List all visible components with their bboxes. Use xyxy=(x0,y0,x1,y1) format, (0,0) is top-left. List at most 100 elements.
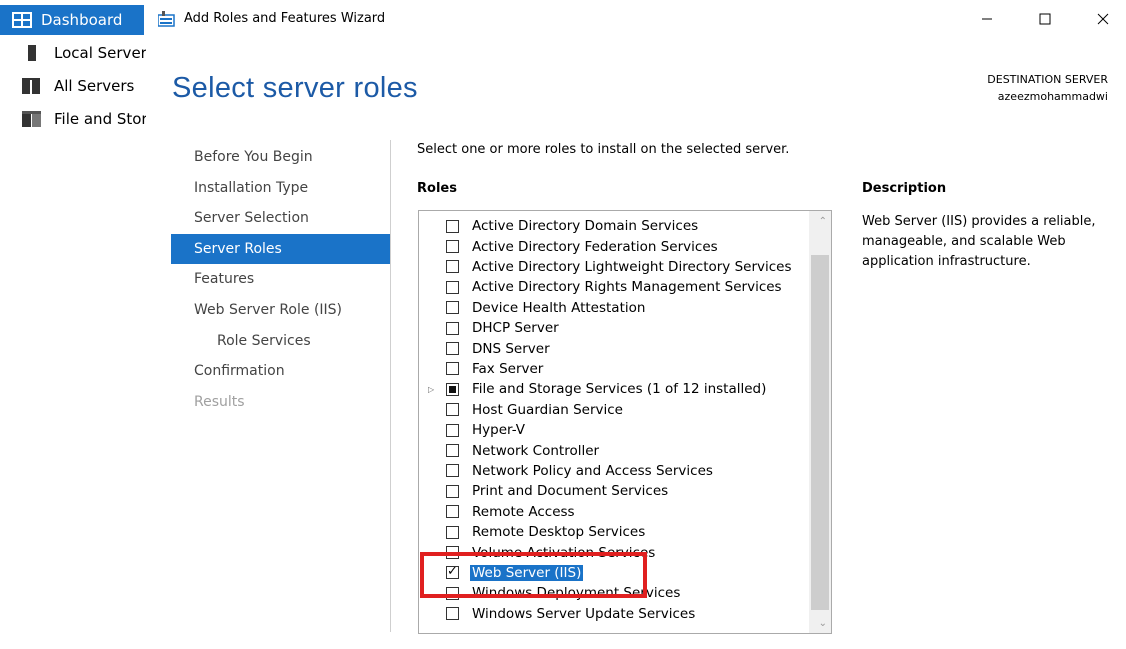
role-checkbox[interactable] xyxy=(446,586,459,600)
role-checkbox[interactable] xyxy=(446,403,459,417)
local-server-icon xyxy=(22,45,42,61)
role-checkbox[interactable] xyxy=(446,546,459,560)
expand-icon[interactable]: ▷ xyxy=(428,385,434,394)
role-checkbox[interactable] xyxy=(446,525,459,539)
role-row[interactable]: Print and Document Services xyxy=(419,481,807,501)
role-checkbox[interactable] xyxy=(446,342,459,356)
sidebar-item-file-storage[interactable]: File and Storage Services xyxy=(0,104,146,134)
maximize-icon xyxy=(1039,13,1051,25)
roles-heading: Roles xyxy=(417,181,457,196)
role-label: Device Health Attestation xyxy=(472,299,646,316)
close-button[interactable] xyxy=(1080,4,1126,34)
roles-scrollbar[interactable]: ⌃ ⌄ xyxy=(809,211,831,633)
role-checkbox[interactable] xyxy=(446,280,459,294)
instruction-text: Select one or more roles to install on t… xyxy=(417,142,790,157)
dashboard-icon xyxy=(12,12,32,28)
role-checkbox[interactable] xyxy=(446,301,459,315)
role-checkbox[interactable] xyxy=(446,362,459,376)
role-row[interactable]: Remote Access xyxy=(419,502,807,522)
role-label: Active Directory Federation Services xyxy=(472,238,718,255)
role-row[interactable]: DHCP Server xyxy=(419,318,807,338)
nav-results: Results xyxy=(194,393,245,410)
role-checkbox[interactable] xyxy=(446,607,459,621)
role-checkbox[interactable] xyxy=(446,464,459,478)
role-label: Fax Server xyxy=(472,360,544,377)
role-row[interactable]: Remote Desktop Services xyxy=(419,522,807,542)
minimize-button[interactable] xyxy=(964,4,1010,34)
role-row[interactable]: Host Guardian Service xyxy=(419,400,807,420)
role-checkbox[interactable] xyxy=(446,484,459,498)
role-label: Web Server (IIS) xyxy=(470,564,584,581)
sidebar-item-label: All Servers xyxy=(54,77,135,95)
nav-features[interactable]: Features xyxy=(171,264,390,295)
role-row[interactable]: Active Directory Federation Services xyxy=(419,236,807,256)
role-row[interactable]: Active Directory Domain Services xyxy=(419,216,807,236)
role-label: Network Policy and Access Services xyxy=(472,462,713,479)
role-label: Network Controller xyxy=(472,442,600,459)
file-storage-icon xyxy=(22,111,42,127)
role-row[interactable]: ▷ File and Storage Services (1 of 12 inst… xyxy=(419,379,807,399)
close-icon xyxy=(1097,13,1109,25)
role-row[interactable]: Windows Server Update Services xyxy=(419,604,807,624)
sidebar-item-label: Local Server xyxy=(54,44,146,62)
nav-confirmation[interactable]: Confirmation xyxy=(171,356,390,387)
role-label: Volume Activation Services xyxy=(472,544,656,561)
scroll-thumb[interactable] xyxy=(811,255,829,610)
role-label: DHCP Server xyxy=(472,320,559,337)
role-row[interactable]: Windows Deployment Services xyxy=(419,583,807,603)
role-checkbox[interactable] xyxy=(446,505,459,519)
wizard-nav: Before You Begin Installation Type Serve… xyxy=(171,142,390,417)
scroll-down-icon[interactable]: ⌄ xyxy=(819,618,827,629)
nav-server-roles[interactable]: Server Roles xyxy=(171,233,390,265)
all-servers-icon xyxy=(22,78,42,94)
roles-list[interactable]: Active Directory Domain Services Active D… xyxy=(418,210,832,634)
destination-server-name: azeezmohammadwi xyxy=(997,90,1108,103)
role-label: Host Guardian Service xyxy=(472,401,623,418)
role-row[interactable]: Web Server (IIS) xyxy=(419,563,807,583)
role-row[interactable]: Network Policy and Access Services xyxy=(419,461,807,481)
role-checkbox[interactable] xyxy=(446,382,459,396)
sidebar-item-local-server[interactable]: Local Server xyxy=(0,38,146,68)
role-label: Print and Document Services xyxy=(472,483,669,500)
role-label: Hyper-V xyxy=(472,422,526,439)
role-row[interactable]: Fax Server xyxy=(419,359,807,379)
role-label: Windows Deployment Services xyxy=(472,585,681,602)
nav-web-server-role[interactable]: Web Server Role (IIS) xyxy=(171,295,390,326)
minimize-icon xyxy=(982,18,992,20)
role-row[interactable]: Active Directory Lightweight Directory S… xyxy=(419,257,807,277)
role-row[interactable]: Volume Activation Services xyxy=(419,542,807,562)
destination-server-label: DESTINATION SERVER xyxy=(987,73,1108,86)
title-bar[interactable]: Add Roles and Features Wizard xyxy=(146,0,1126,38)
maximize-button[interactable] xyxy=(1022,4,1068,34)
role-label: Active Directory Domain Services xyxy=(472,218,699,235)
sidebar-item-dashboard[interactable]: Dashboard xyxy=(0,5,144,35)
role-row[interactable]: DNS Server xyxy=(419,338,807,358)
role-row[interactable]: Hyper-V xyxy=(419,420,807,440)
window-title: Add Roles and Features Wizard xyxy=(184,11,386,26)
role-checkbox[interactable] xyxy=(446,321,459,335)
role-checkbox[interactable] xyxy=(446,444,459,458)
role-label: Active Directory Lightweight Directory S… xyxy=(472,258,792,275)
role-label: Remote Desktop Services xyxy=(472,524,646,541)
nav-role-services[interactable]: Role Services xyxy=(171,326,390,357)
role-checkbox[interactable] xyxy=(446,240,459,254)
page-title: Select server roles xyxy=(172,72,418,104)
role-row[interactable]: Device Health Attestation xyxy=(419,298,807,318)
wizard-app-icon xyxy=(157,11,176,27)
scroll-up-icon[interactable]: ⌃ xyxy=(819,216,827,227)
nav-server-selection[interactable]: Server Selection xyxy=(171,203,390,234)
sidebar-item-all-servers[interactable]: All Servers xyxy=(0,71,146,101)
sidebar-item-label: Dashboard xyxy=(41,11,123,29)
role-label: Windows Server Update Services xyxy=(472,605,696,622)
nav-before-you-begin[interactable]: Before You Begin xyxy=(171,142,390,173)
role-row[interactable]: Active Directory Rights Management Servi… xyxy=(419,277,807,297)
role-row[interactable]: Network Controller xyxy=(419,440,807,460)
nav-installation-type[interactable]: Installation Type xyxy=(171,173,390,204)
sidebar-item-label: File and Storage Services xyxy=(54,110,146,128)
role-label: File and Storage Services (1 of 12 insta… xyxy=(472,381,767,398)
role-checkbox[interactable] xyxy=(446,564,459,580)
role-checkbox[interactable] xyxy=(446,423,459,437)
role-checkbox[interactable] xyxy=(446,260,459,274)
description-heading: Description xyxy=(862,181,947,196)
role-checkbox[interactable] xyxy=(446,219,459,233)
